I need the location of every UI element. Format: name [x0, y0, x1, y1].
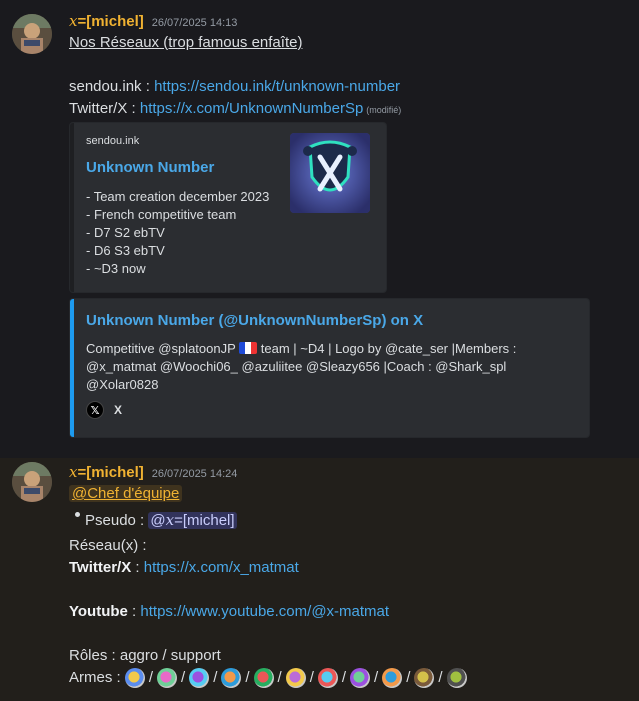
weapon-separator: / — [406, 669, 411, 687]
edited-tag: (modifié) — [366, 105, 402, 115]
embed-color-bar — [70, 299, 74, 437]
twitter-link[interactable]: https://x.com/UnknownNumberSp — [140, 100, 363, 117]
weapon-6-icon — [285, 668, 306, 689]
weapon-separator: / — [148, 669, 154, 687]
weapon-7-icon — [317, 668, 338, 689]
weapon-separator: / — [341, 669, 347, 687]
weapon-separator: / — [245, 669, 250, 687]
weapon-separator: / — [438, 669, 443, 687]
embed-line: - D7 S2 ebTV — [86, 225, 165, 240]
twitter-label: Twitter/X — [69, 559, 132, 576]
embed-desc-line-2: @x_matmat @Woochi06_ @azuliitee @Sleazy6… — [86, 359, 507, 374]
embed-footer-text: X — [114, 403, 123, 417]
username[interactable]: x=[michel] — [69, 12, 144, 30]
sendou-line: sendou.ink : https://sendou.ink/t/unknow… — [69, 77, 400, 97]
embed-color-bar — [70, 123, 74, 292]
weapon-4-icon — [221, 668, 242, 689]
embed-line: - D6 S3 ebTV — [86, 243, 165, 258]
embed-description: - Team creation december 2023 - French c… — [86, 188, 269, 278]
armes-line: Armes : / / / / / / / / / / — [69, 668, 467, 689]
weapon-separator: / — [277, 669, 282, 687]
embed-desc-line-1: Competitive @splatoonJP team | ~D4 | Log… — [86, 341, 517, 356]
embed-provider[interactable]: sendou.ink — [86, 135, 139, 147]
weapon-5-icon — [253, 668, 274, 689]
youtube-label: Youtube — [69, 603, 128, 620]
reseau-line: Réseau(x) : — [69, 537, 147, 554]
youtube-line: Youtube : https://www.youtube.com/@x-mat… — [69, 603, 390, 620]
twitter-label: Twitter/X : — [69, 100, 140, 117]
message-1: x=[michel] 26/07/2025 14:13 Nos Réseaux … — [0, 0, 639, 458]
avatar[interactable] — [12, 14, 52, 54]
weapon-separator: / — [374, 669, 379, 687]
sendou-link[interactable]: https://sendou.ink/t/unknown-number — [154, 78, 400, 95]
weapon-9-icon — [382, 668, 403, 689]
embed-desc-line-3: @Xolar0828 — [86, 377, 159, 392]
twitter-embed: Unknown Number (@UnknownNumberSp) on X C… — [69, 298, 590, 438]
username[interactable]: x=[michel] — [69, 463, 144, 481]
x-logo-icon: 𝕏 — [86, 401, 104, 419]
embed-title[interactable]: Unknown Number (@UnknownNumberSp) on X — [86, 312, 423, 329]
embed-footer: 𝕏 X — [86, 401, 122, 419]
timestamp: 26/07/2025 14:13 — [151, 17, 238, 29]
weapon-8-icon — [350, 668, 371, 689]
message-title-line: Nos Réseaux (trop famous enfaîte) — [69, 34, 303, 51]
armes-label: Armes : — [69, 669, 125, 686]
avatar-image-icon — [12, 462, 52, 502]
message-header: x=[michel] 26/07/2025 14:24 — [69, 463, 237, 481]
weapons-list: / / / / / / / / / / — [124, 668, 467, 689]
sendou-embed: sendou.ink Unknown Number - Team creatio… — [69, 122, 387, 293]
weapon-10-icon — [414, 668, 435, 689]
youtube-link[interactable]: https://www.youtube.com/@x-matmat — [140, 603, 389, 620]
embed-line: - Team creation december 2023 — [86, 189, 270, 204]
pseudo-line: Pseudo : @x=[michel] — [85, 510, 237, 531]
weapon-3-icon — [189, 668, 210, 689]
pseudo-label: Pseudo : — [85, 512, 149, 529]
weapon-2-icon — [157, 668, 178, 689]
embed-description: Competitive @splatoonJP team | ~D4 | Log… — [86, 340, 516, 394]
roles-line: Rôles : aggro / support — [69, 647, 221, 664]
team-logo-thumbnail[interactable] — [290, 133, 370, 213]
avatar[interactable] — [12, 462, 52, 502]
embed-line: - French competitive team — [86, 207, 237, 222]
weapon-separator: / — [309, 669, 314, 687]
role-mention-line: @Chef d'équipe — [69, 484, 183, 504]
list-bullet — [75, 512, 80, 517]
timestamp: 26/07/2025 14:24 — [151, 468, 238, 480]
twitter-line: Twitter/X : https://x.com/UnknownNumberS… — [69, 99, 401, 120]
role-mention[interactable]: @Chef d'équipe — [69, 485, 183, 502]
flag-france-icon — [239, 342, 258, 354]
user-mention[interactable]: @x=[michel] — [148, 511, 237, 529]
message-header: x=[michel] 26/07/2025 14:13 — [69, 12, 237, 30]
embed-line: - ~D3 now — [86, 261, 146, 276]
team-logo-icon — [290, 133, 370, 213]
sendou-label: sendou.ink : — [69, 78, 155, 95]
weapon-separator: / — [181, 669, 186, 687]
weapon-1-icon — [124, 668, 145, 689]
twitter-line: Twitter/X : https://x.com/x_matmat — [69, 559, 299, 576]
weapon-11-icon — [446, 668, 467, 689]
twitter-link[interactable]: https://x.com/x_matmat — [144, 559, 299, 576]
embed-title[interactable]: Unknown Number — [86, 159, 214, 176]
weapon-separator: / — [213, 669, 218, 687]
avatar-image-icon — [12, 14, 52, 54]
